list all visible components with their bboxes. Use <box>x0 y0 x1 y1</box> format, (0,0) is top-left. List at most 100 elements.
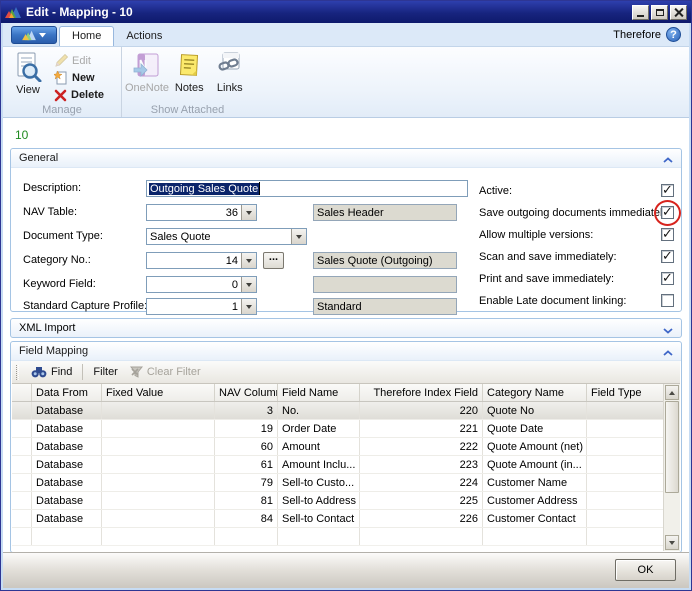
cell-therefore-index: 223 <box>360 456 483 473</box>
xml-import-header[interactable]: XML Import <box>10 318 682 338</box>
column-header-category-name[interactable]: Category Name <box>483 384 587 401</box>
general-panel-header[interactable]: General <box>11 149 681 168</box>
table-row[interactable]: Database 84 Sell-to Contact 226 Customer… <box>12 510 680 528</box>
maximize-button[interactable] <box>651 4 668 20</box>
new-label: New <box>72 72 95 84</box>
save-outgoing-checkbox[interactable] <box>661 204 674 220</box>
table-row[interactable]: Database 3 No. 220 Quote No <box>12 402 680 420</box>
ribbon-group-manage: View Edit New Delete Manage <box>3 47 121 117</box>
close-button[interactable] <box>670 4 687 20</box>
row-selector[interactable] <box>12 420 32 437</box>
scrollbar-thumb[interactable] <box>665 401 679 493</box>
title-bar: Edit - Mapping - 10 <box>1 1 691 23</box>
clear-filter-icon <box>129 366 143 378</box>
app-logo-icon <box>22 29 36 41</box>
active-checkbox[interactable] <box>661 182 674 198</box>
column-header-data-from[interactable]: Data From <box>32 384 102 401</box>
column-header-fixed-value[interactable]: Fixed Value <box>102 384 215 401</box>
chevron-up-icon[interactable] <box>663 348 673 356</box>
dialog-footer: OK <box>3 552 689 588</box>
edit-icon <box>54 53 69 68</box>
cell-field-name: Sell-to Address <box>278 492 360 509</box>
column-header-field-type[interactable]: Field Type <box>587 384 665 401</box>
notes-button[interactable]: Notes <box>170 50 209 103</box>
cell-field-type <box>587 492 665 509</box>
save-outgoing-label: Save outgoing documents immediately: <box>479 207 671 219</box>
filter-button[interactable]: Filter <box>87 364 123 380</box>
column-header-field-name[interactable]: Field Name <box>278 384 360 401</box>
cell-field-name: Amount <box>278 438 360 455</box>
help-icon[interactable]: ? <box>666 27 681 42</box>
ok-label: OK <box>637 564 654 576</box>
field-mapping-toolbar: Find Filter Clear Filter <box>12 361 680 384</box>
field-mapping-header[interactable]: Field Mapping <box>11 342 681 361</box>
cell-fixed-value <box>102 402 215 419</box>
view-button[interactable]: View <box>7 50 49 103</box>
chevron-up-icon <box>669 390 675 395</box>
cell-data-from: Database <box>32 402 102 419</box>
multiple-versions-checkbox[interactable] <box>661 226 674 242</box>
chevron-down-icon[interactable] <box>663 325 673 334</box>
clear-filter-button[interactable]: Clear Filter <box>124 364 207 380</box>
general-panel: General Description: Outgoing Sales Quot… <box>10 148 682 315</box>
row-selector[interactable] <box>12 474 32 491</box>
delete-button[interactable]: Delete <box>51 87 107 103</box>
brand-label: Therefore <box>613 28 661 41</box>
scroll-up-button[interactable] <box>665 385 679 400</box>
cell-nav-column: 3 <box>215 402 278 419</box>
cell-nav-column: 81 <box>215 492 278 509</box>
window-body: Home Actions Therefore ? View Edit New D… <box>1 23 691 590</box>
cell-fixed-value <box>102 492 215 509</box>
links-label: Links <box>216 82 243 94</box>
checkbox-row-active: Active: <box>11 182 681 200</box>
find-button[interactable]: Find <box>25 364 78 380</box>
table-header-row: Data From Fixed Value NAV Column Field N… <box>12 384 680 402</box>
tab-home[interactable]: Home <box>59 26 115 46</box>
chevron-up-icon[interactable] <box>663 155 673 163</box>
scroll-down-button[interactable] <box>665 535 679 550</box>
links-button[interactable]: Links <box>211 50 250 103</box>
checkbox-row-multiple-versions: Allow multiple versions: <box>11 226 681 244</box>
column-header-therefore-index[interactable]: Therefore Index Field <box>360 384 483 401</box>
clear-filter-label: Clear Filter <box>146 366 201 378</box>
cell-category-name: Quote Amount (net) <box>483 438 587 455</box>
edit-button[interactable]: Edit <box>51 53 107 69</box>
table-row[interactable]: Database 61 Amount Inclu... 223 Quote Am… <box>12 456 680 474</box>
app-logo-icon <box>5 5 21 19</box>
mapping-table: Data From Fixed Value NAV Column Field N… <box>12 384 680 551</box>
empty-table-row <box>12 528 680 546</box>
new-button[interactable]: New <box>51 70 107 86</box>
row-selector[interactable] <box>12 456 32 473</box>
late-linking-checkbox[interactable] <box>661 294 674 307</box>
row-selector[interactable] <box>12 492 32 509</box>
column-header-nav-column[interactable]: NAV Column <box>215 384 278 401</box>
row-selector[interactable] <box>12 510 32 527</box>
cell-field-type <box>587 474 665 491</box>
cell-field-name: No. <box>278 402 360 419</box>
cell-therefore-index: 222 <box>360 438 483 455</box>
tab-actions[interactable]: Actions <box>114 27 174 46</box>
table-row[interactable]: Database 60 Amount 222 Quote Amount (net… <box>12 438 680 456</box>
row-selector[interactable] <box>12 438 32 455</box>
minimize-button[interactable] <box>632 4 649 20</box>
general-panel-title: General <box>19 152 59 164</box>
filter-label: Filter <box>93 366 118 378</box>
table-row[interactable]: Database 79 Sell-to Custo... 224 Custome… <box>12 474 680 492</box>
vertical-scrollbar[interactable] <box>663 384 680 551</box>
row-selector[interactable] <box>12 402 32 419</box>
cell-therefore-index: 221 <box>360 420 483 437</box>
application-menu-button[interactable] <box>11 26 57 44</box>
maximize-icon <box>655 8 664 16</box>
row-selector-header <box>12 384 32 401</box>
print-save-checkbox[interactable] <box>661 270 674 286</box>
table-row[interactable]: Database 19 Order Date 221 Quote Date <box>12 420 680 438</box>
cell-field-name: Sell-to Contact <box>278 510 360 527</box>
onenote-button[interactable]: OneNote <box>125 50 169 103</box>
delete-icon <box>54 89 67 102</box>
cell-field-name: Amount Inclu... <box>278 456 360 473</box>
table-row[interactable]: Database 81 Sell-to Address 225 Customer… <box>12 492 680 510</box>
binoculars-icon <box>31 366 47 378</box>
cell-data-from: Database <box>32 510 102 527</box>
ok-button[interactable]: OK <box>615 559 676 581</box>
scan-save-checkbox[interactable] <box>661 248 674 264</box>
